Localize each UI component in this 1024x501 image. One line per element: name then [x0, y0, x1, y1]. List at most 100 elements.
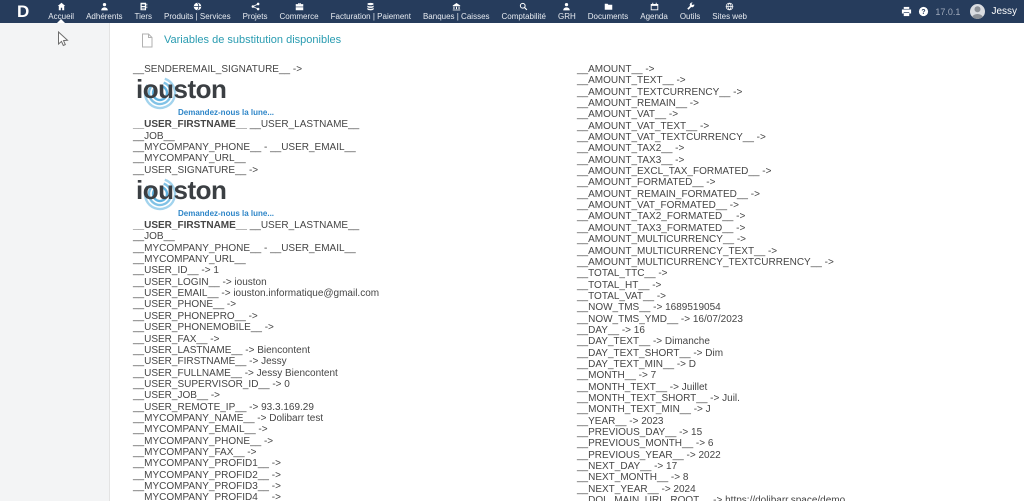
nav-item-label: Comptabilité [502, 12, 546, 21]
nav-item-facturation-paiement[interactable]: Facturation | Paiement [325, 0, 417, 23]
nav-item-agenda[interactable]: Agenda [634, 0, 674, 23]
user-name-label[interactable]: Jessy [991, 6, 1017, 17]
nav-item-commerce[interactable]: Commerce [273, 0, 324, 23]
variable-line: __MYCOMPANY_EMAIL__ -> [133, 424, 577, 435]
nav-item-label: Accueil [48, 12, 74, 21]
variable-line: __AMOUNT_TAX3__ -> [577, 155, 1024, 166]
content-area: Variables de substitution disponibles __… [110, 23, 1024, 501]
left-sidebar [0, 23, 110, 501]
accountancy-icon [519, 2, 528, 11]
variable-line: __MYCOMPANY_PROFID2__ -> [133, 470, 577, 481]
nav-item-label: Documents [588, 12, 628, 21]
variable-line: __NOW_TMS_YMD__ -> 16/07/2023 [577, 314, 1024, 325]
variable-line: __USER_FIRSTNAME__ -> Jessy [133, 356, 577, 367]
variable-line: __USER_LOGIN__ -> iouston [133, 277, 577, 288]
variable-line: __TOTAL_VAT__ -> [577, 291, 1024, 302]
variable-line: __AMOUNT_EXCL_TAX_FORMATED__ -> [577, 166, 1024, 177]
variable-line: __AMOUNT_VAT_TEXTCURRENCY__ -> [577, 132, 1024, 143]
iouston-logo-word: iouston [136, 74, 226, 105]
member-icon [100, 2, 109, 11]
nav-item-accueil[interactable]: Accueil [42, 0, 80, 23]
nav-item-tiers[interactable]: Tiers [129, 0, 158, 23]
nav-item-banques-caisses[interactable]: Banques | Caisses [417, 0, 496, 23]
variable-line: __USER_PHONE__ -> [133, 299, 577, 310]
nav-item-label: Tiers [135, 12, 152, 21]
nav-item-projets[interactable]: Projets [237, 0, 274, 23]
variable-line: __USER_FIRSTNAME__ __USER_LASTNAME__ [133, 220, 577, 231]
variable-line: __MYCOMPANY_PHONE__ - __USER_EMAIL__ [133, 142, 577, 153]
nav-item-adh-rents[interactable]: Adhérents [80, 0, 128, 23]
user-avatar[interactable] [970, 4, 985, 19]
commerce-icon [295, 2, 304, 11]
nav-item-label: Commerce [279, 12, 318, 21]
documents-icon [604, 2, 613, 11]
dolibarr-logo[interactable]: D [0, 0, 42, 23]
variable-line: __PREVIOUS_MONTH__ -> 6 [577, 438, 1024, 449]
nav-item-produits-services[interactable]: Produits | Services [158, 0, 237, 23]
product-icon [193, 2, 202, 11]
variable-line: __AMOUNT_TEXT__ -> [577, 75, 1024, 86]
project-icon [251, 2, 260, 11]
nav-item-grh[interactable]: GRH [552, 0, 582, 23]
variable-line: __DAY_TEXT_SHORT__ -> Dim [577, 348, 1024, 359]
variable-line: __TOTAL_HT__ -> [577, 280, 1024, 291]
variable-line: __AMOUNT_MULTICURRENCY_TEXTCURRENCY__ -> [577, 257, 1024, 268]
variable-line: __USER_FAX__ -> [133, 334, 577, 345]
top-navigation-bar: D Accueil Adhérents Tiers Produits | Servic… [0, 0, 1024, 23]
variable-line: __MYCOMPANY_FAX__ -> [133, 447, 577, 458]
variable-line: __USER_EMAIL__ -> iouston.informatique@g… [133, 288, 577, 299]
top-nav-items: Accueil Adhérents Tiers Produits | Services… [42, 0, 753, 23]
variable-line: __YEAR__ -> 2023 [577, 416, 1024, 427]
variable-line: __AMOUNT_REMAIN_FORMATED__ -> [577, 189, 1024, 200]
billing-icon [366, 2, 375, 11]
variable-line: __AMOUNT_FORMATED__ -> [577, 177, 1024, 188]
home-icon [57, 2, 66, 11]
variable-line: __AMOUNT_MULTICURRENCY_TEXT__ -> [577, 246, 1024, 257]
variable-line: __DAY_TEXT_MIN__ -> D [577, 359, 1024, 370]
print-icon[interactable] [901, 6, 912, 17]
variable-line: __AMOUNT_VAT_TEXT__ -> [577, 121, 1024, 132]
variable-line: __AMOUNT_TEXTCURRENCY__ -> [577, 87, 1024, 98]
variable-line: __NOW_TMS__ -> 1689519054 [577, 302, 1024, 313]
variable-line: __MYCOMPANY_PHONE__ - __USER_EMAIL__ [133, 243, 577, 254]
variable-line: __MONTH_TEXT__ -> Juillet [577, 382, 1024, 393]
nav-item-label: GRH [558, 12, 576, 21]
help-icon[interactable]: ? [918, 6, 929, 17]
website-icon [725, 2, 734, 11]
variable-line: __MYCOMPANY_PROFID1__ -> [133, 458, 577, 469]
variable-line: __USER_LASTNAME__ -> Biencontent [133, 345, 577, 356]
variable-line: __MYCOMPANY_URL__ [133, 153, 577, 164]
variable-line: __JOB__ [133, 131, 577, 142]
page-title: Variables de substitution disponibles [164, 34, 341, 46]
variable-line: __AMOUNT_TAX2_FORMATED__ -> [577, 211, 1024, 222]
variable-line: __NEXT_DAY__ -> 17 [577, 461, 1024, 472]
nav-item-sites-web[interactable]: Sites web [706, 0, 753, 23]
nav-item-comptabilit[interactable]: Comptabilité [496, 0, 552, 23]
variable-line: __USER_JOB__ -> [133, 390, 577, 401]
nav-item-documents[interactable]: Documents [582, 0, 634, 23]
variable-line: __AMOUNT_VAT_FORMATED__ -> [577, 200, 1024, 211]
agenda-icon [650, 2, 659, 11]
nav-item-label: Adhérents [86, 12, 122, 21]
app-window: D Accueil Adhérents Tiers Produits | Servic… [0, 0, 1024, 501]
variable-line: __DAY__ -> 16 [577, 325, 1024, 336]
tools-icon [686, 2, 695, 11]
variable-line: __AMOUNT_REMAIN__ -> [577, 98, 1024, 109]
variable-line: __USER_FIRSTNAME__ __USER_LASTNAME__ [133, 119, 577, 130]
variable-line: __USER_FULLNAME__ -> Jessy Biencontent [133, 368, 577, 379]
variable-line: __AMOUNT_VAT__ -> [577, 109, 1024, 120]
nav-item-label: Produits | Services [164, 12, 231, 21]
variable-line: __AMOUNT_MULTICURRENCY__ -> [577, 234, 1024, 245]
variable-line: __TOTAL_TTC__ -> [577, 268, 1024, 279]
variable-line: __MONTH_TEXT_MIN__ -> J [577, 404, 1024, 415]
variable-line: __AMOUNT__ -> [577, 64, 1024, 75]
variable-line: __AMOUNT_TAX2__ -> [577, 143, 1024, 154]
variable-line: __NEXT_MONTH__ -> 8 [577, 472, 1024, 483]
nav-item-outils[interactable]: Outils [674, 0, 706, 23]
nav-item-label: Sites web [712, 12, 747, 21]
variable-line: __DOL_MAIN_URL_ROOT__ -> https://dolibar… [577, 495, 1024, 501]
variable-line: __MYCOMPANY_NAME__ -> Dolibarr test [133, 413, 577, 424]
variable-line: __MYCOMPANY_PROFID4__ -> [133, 492, 577, 501]
variable-line: __AMOUNT_TAX3_FORMATED__ -> [577, 223, 1024, 234]
variables-column-left: __SENDEREMAIL_SIGNATURE__ -> iouston Dem… [133, 64, 577, 501]
